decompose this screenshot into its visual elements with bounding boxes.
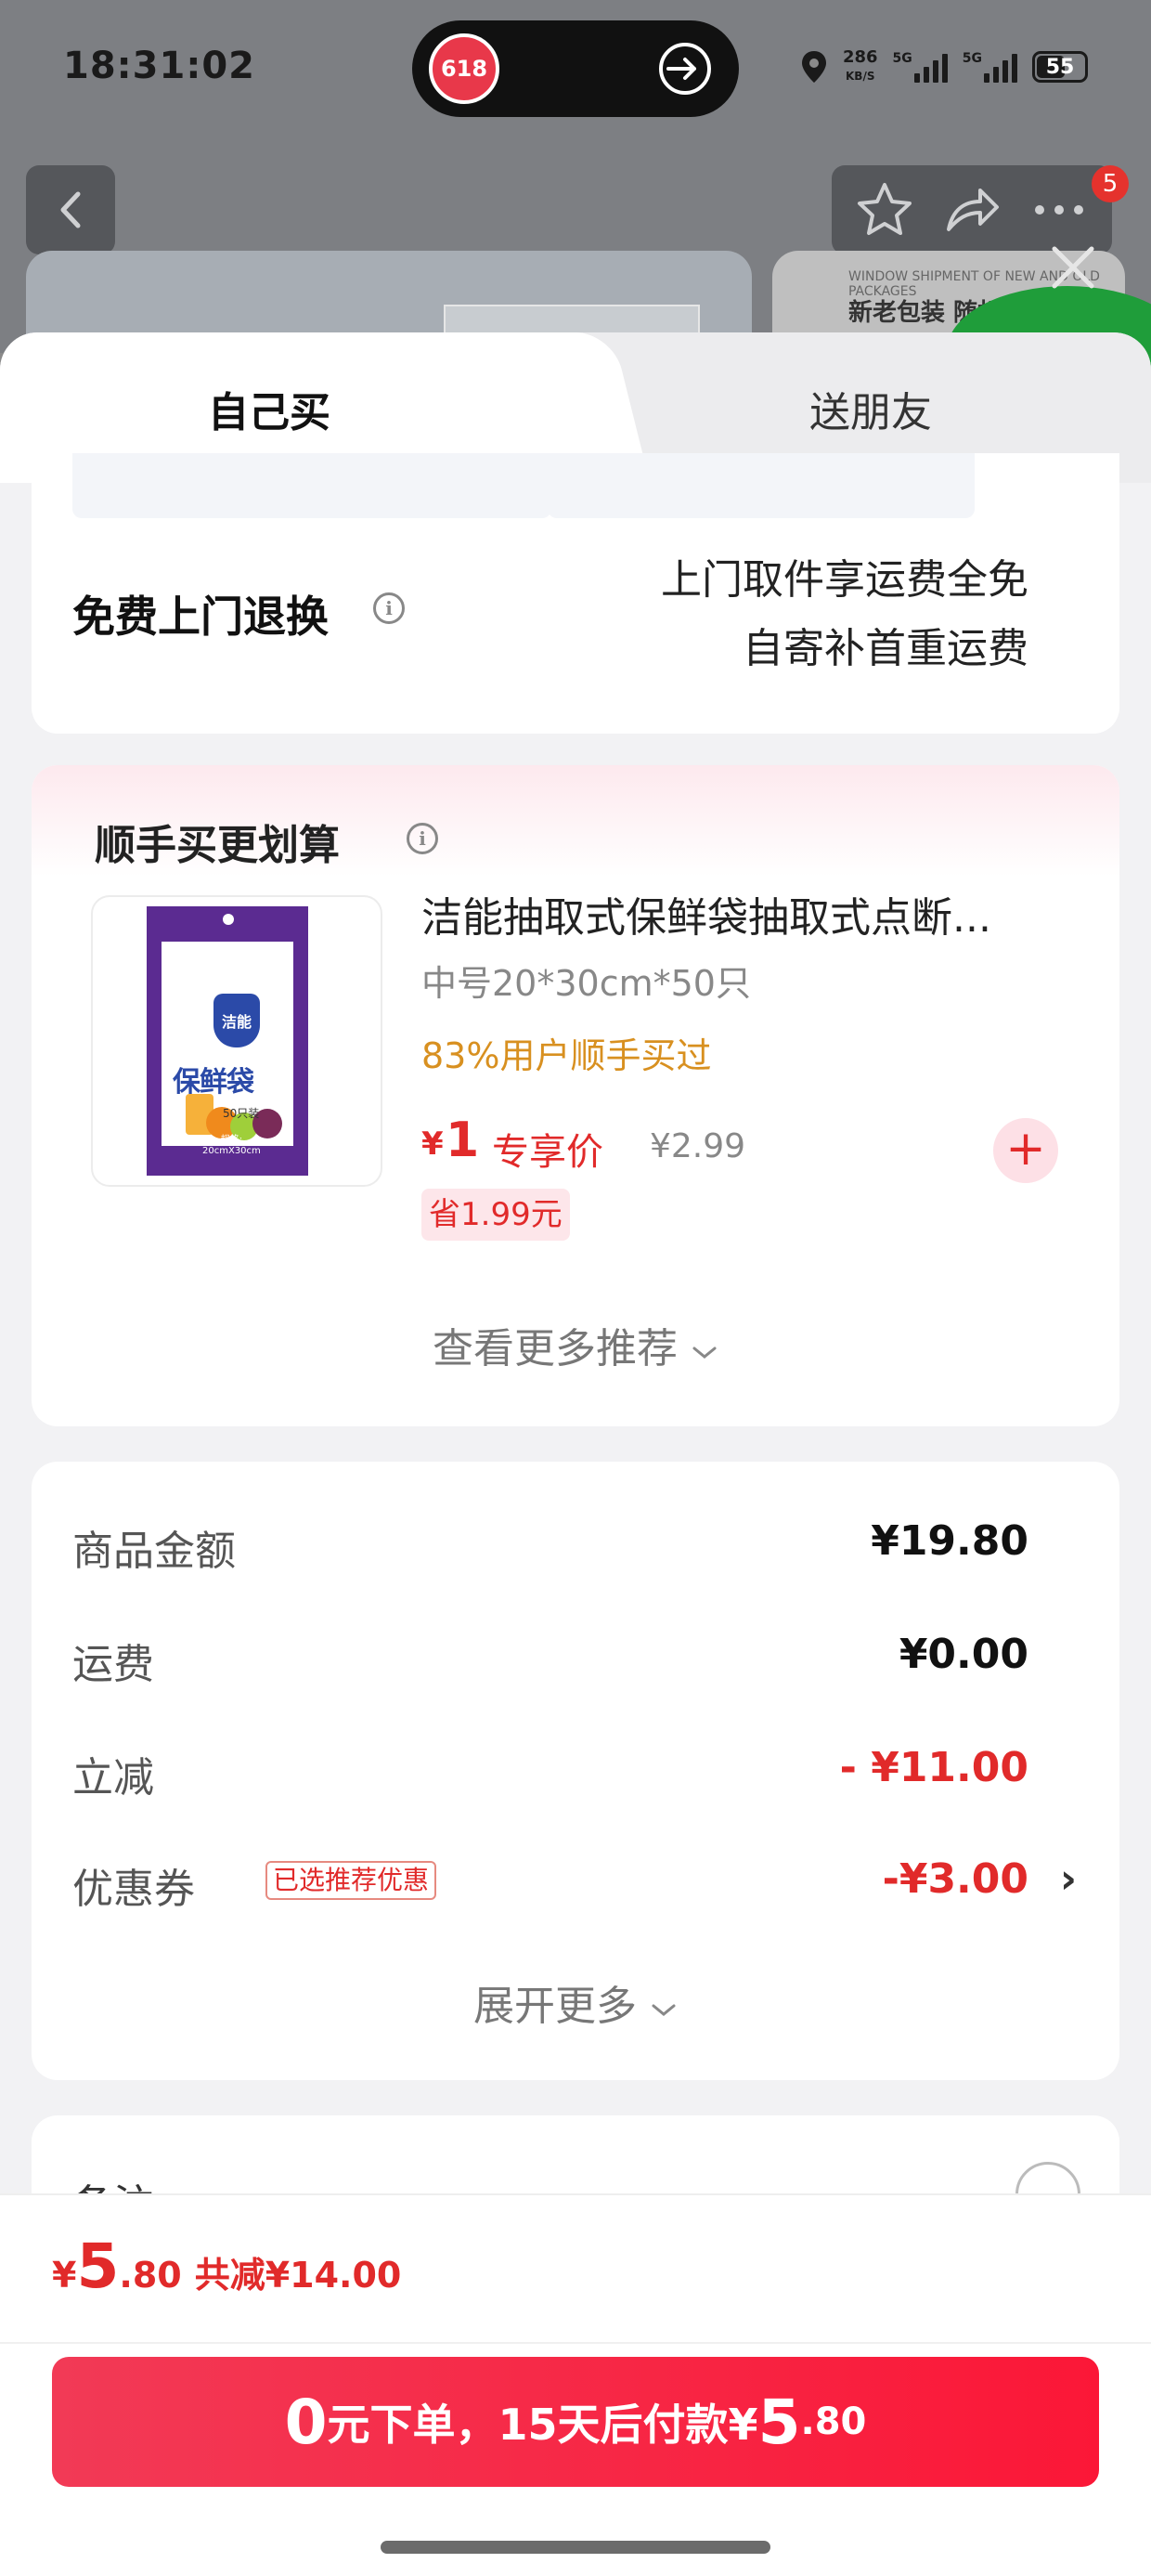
status-bar: 18:31:02 618 286 KB/S 5G 5G 55 (0, 0, 1151, 139)
signal-5g-1-icon: 5G (893, 51, 948, 83)
product-name[interactable]: 洁能抽取式保鲜袋抽取式点断... (421, 884, 1071, 943)
pack-count: 50只装 (223, 1107, 260, 1120)
return-self-send-text: 自寄补首重运费 (743, 625, 1028, 672)
summary-row-goods: 商品金额 ¥19.80 (72, 1517, 1028, 1575)
pack-title: 保鲜袋 (173, 1066, 254, 1099)
location-icon (801, 51, 826, 83)
tab-gift-label[interactable]: 送朋友 (809, 379, 932, 438)
checkout-bar: ¥5.80 共减¥14.00 0 元下单，15天后付款¥ 5.80 (0, 2193, 1151, 2576)
price-label: 专享价 (492, 1131, 603, 1174)
summary-row-coupon[interactable]: 优惠券 已选推荐优惠 -¥3.00 › (72, 1855, 1077, 1920)
status-time: 18:31:02 (63, 45, 255, 87)
product-social-proof: 83%用户顺手买过 (421, 1035, 712, 1076)
signal-5g-2-icon: 5G (963, 51, 1017, 83)
brand-logo: 洁能 (213, 994, 260, 1047)
add-item-button[interactable]: + (993, 1118, 1058, 1183)
pack-spec: 规格: 20cmX30cm (202, 1135, 261, 1156)
background-page: 18:31:02 618 286 KB/S 5G 5G 55 5 WINDOW … (0, 0, 1151, 416)
chevron-down-icon (692, 1347, 717, 1359)
618-logo-icon: 618 (429, 33, 499, 104)
chevron-down-icon (652, 2004, 676, 2016)
expand-more-link[interactable]: 展开更多 (32, 1972, 1119, 2032)
pay-later-button[interactable]: 0 元下单，15天后付款¥ 5.80 (52, 2357, 1099, 2487)
favorite-star-icon[interactable] (854, 179, 915, 241)
original-price: ¥2.99 (650, 1127, 746, 1165)
chevron-left-icon (60, 191, 81, 228)
close-icon[interactable] (1045, 240, 1101, 295)
return-pickup-text: 上门取件享运费全免 (661, 556, 1028, 604)
status-indicators: 286 KB/S 5G 5G 55 (800, 46, 1088, 87)
product-price: 1 (446, 1112, 480, 1168)
share-icon[interactable] (941, 179, 1002, 241)
summary-row-discount: 立减 - ¥11.00 (72, 1744, 1028, 1802)
product-image[interactable]: 洁能 保鲜袋 50只装 规格: 20cmX30cm (91, 895, 382, 1187)
info-icon[interactable]: i (407, 823, 438, 854)
service-chip (548, 453, 975, 518)
return-service-card: 免费上门退换 i 上门取件享运费全免 自寄补首重运费 (32, 453, 1119, 734)
coupon-tag: 已选推荐优惠 (265, 1861, 437, 1900)
network-speed: 286 KB/S (842, 47, 878, 84)
service-chip (72, 453, 551, 518)
addon-recommendation-card: 顺手买更划算 i 洁能 保鲜袋 50只装 规格: 20cmX30cm 洁能抽取式… (32, 765, 1119, 1426)
saving-badge: 省1.99元 (421, 1189, 570, 1241)
price-summary-card: 商品金额 ¥19.80 运费 ¥0.00 立减 - ¥11.00 优惠券 已选推… (32, 1462, 1119, 2080)
summary-row-shipping: 运费 ¥0.00 (72, 1631, 1028, 1688)
total-saved: 共减¥14.00 (194, 2255, 402, 2296)
more-recommendations-link[interactable]: 查看更多推荐 (32, 1315, 1119, 1374)
product-spec: 中号20*30cm*50只 (421, 963, 751, 1004)
info-icon[interactable]: i (373, 592, 405, 624)
login-arrow-icon (659, 43, 711, 95)
divider (0, 2342, 1151, 2344)
chevron-right-icon: › (1059, 1855, 1077, 1903)
tab-self-buy-label[interactable]: 自己买 (208, 379, 330, 438)
more-icon[interactable] (1028, 179, 1090, 241)
addon-title: 顺手买更划算 (95, 822, 340, 869)
price-currency: ¥ (421, 1125, 444, 1163)
back-button[interactable] (26, 165, 115, 254)
bag-package-image: 洁能 保鲜袋 50只装 规格: 20cmX30cm (147, 906, 308, 1176)
total-price: ¥5.80 共减¥14.00 (52, 2231, 402, 2302)
return-title: 免费上门退换 (72, 592, 329, 642)
battery-icon: 55 (1032, 51, 1088, 83)
dynamic-island[interactable]: 618 (412, 20, 739, 117)
cart-count-badge: 5 (1092, 165, 1129, 202)
home-indicator[interactable] (381, 2541, 770, 2554)
